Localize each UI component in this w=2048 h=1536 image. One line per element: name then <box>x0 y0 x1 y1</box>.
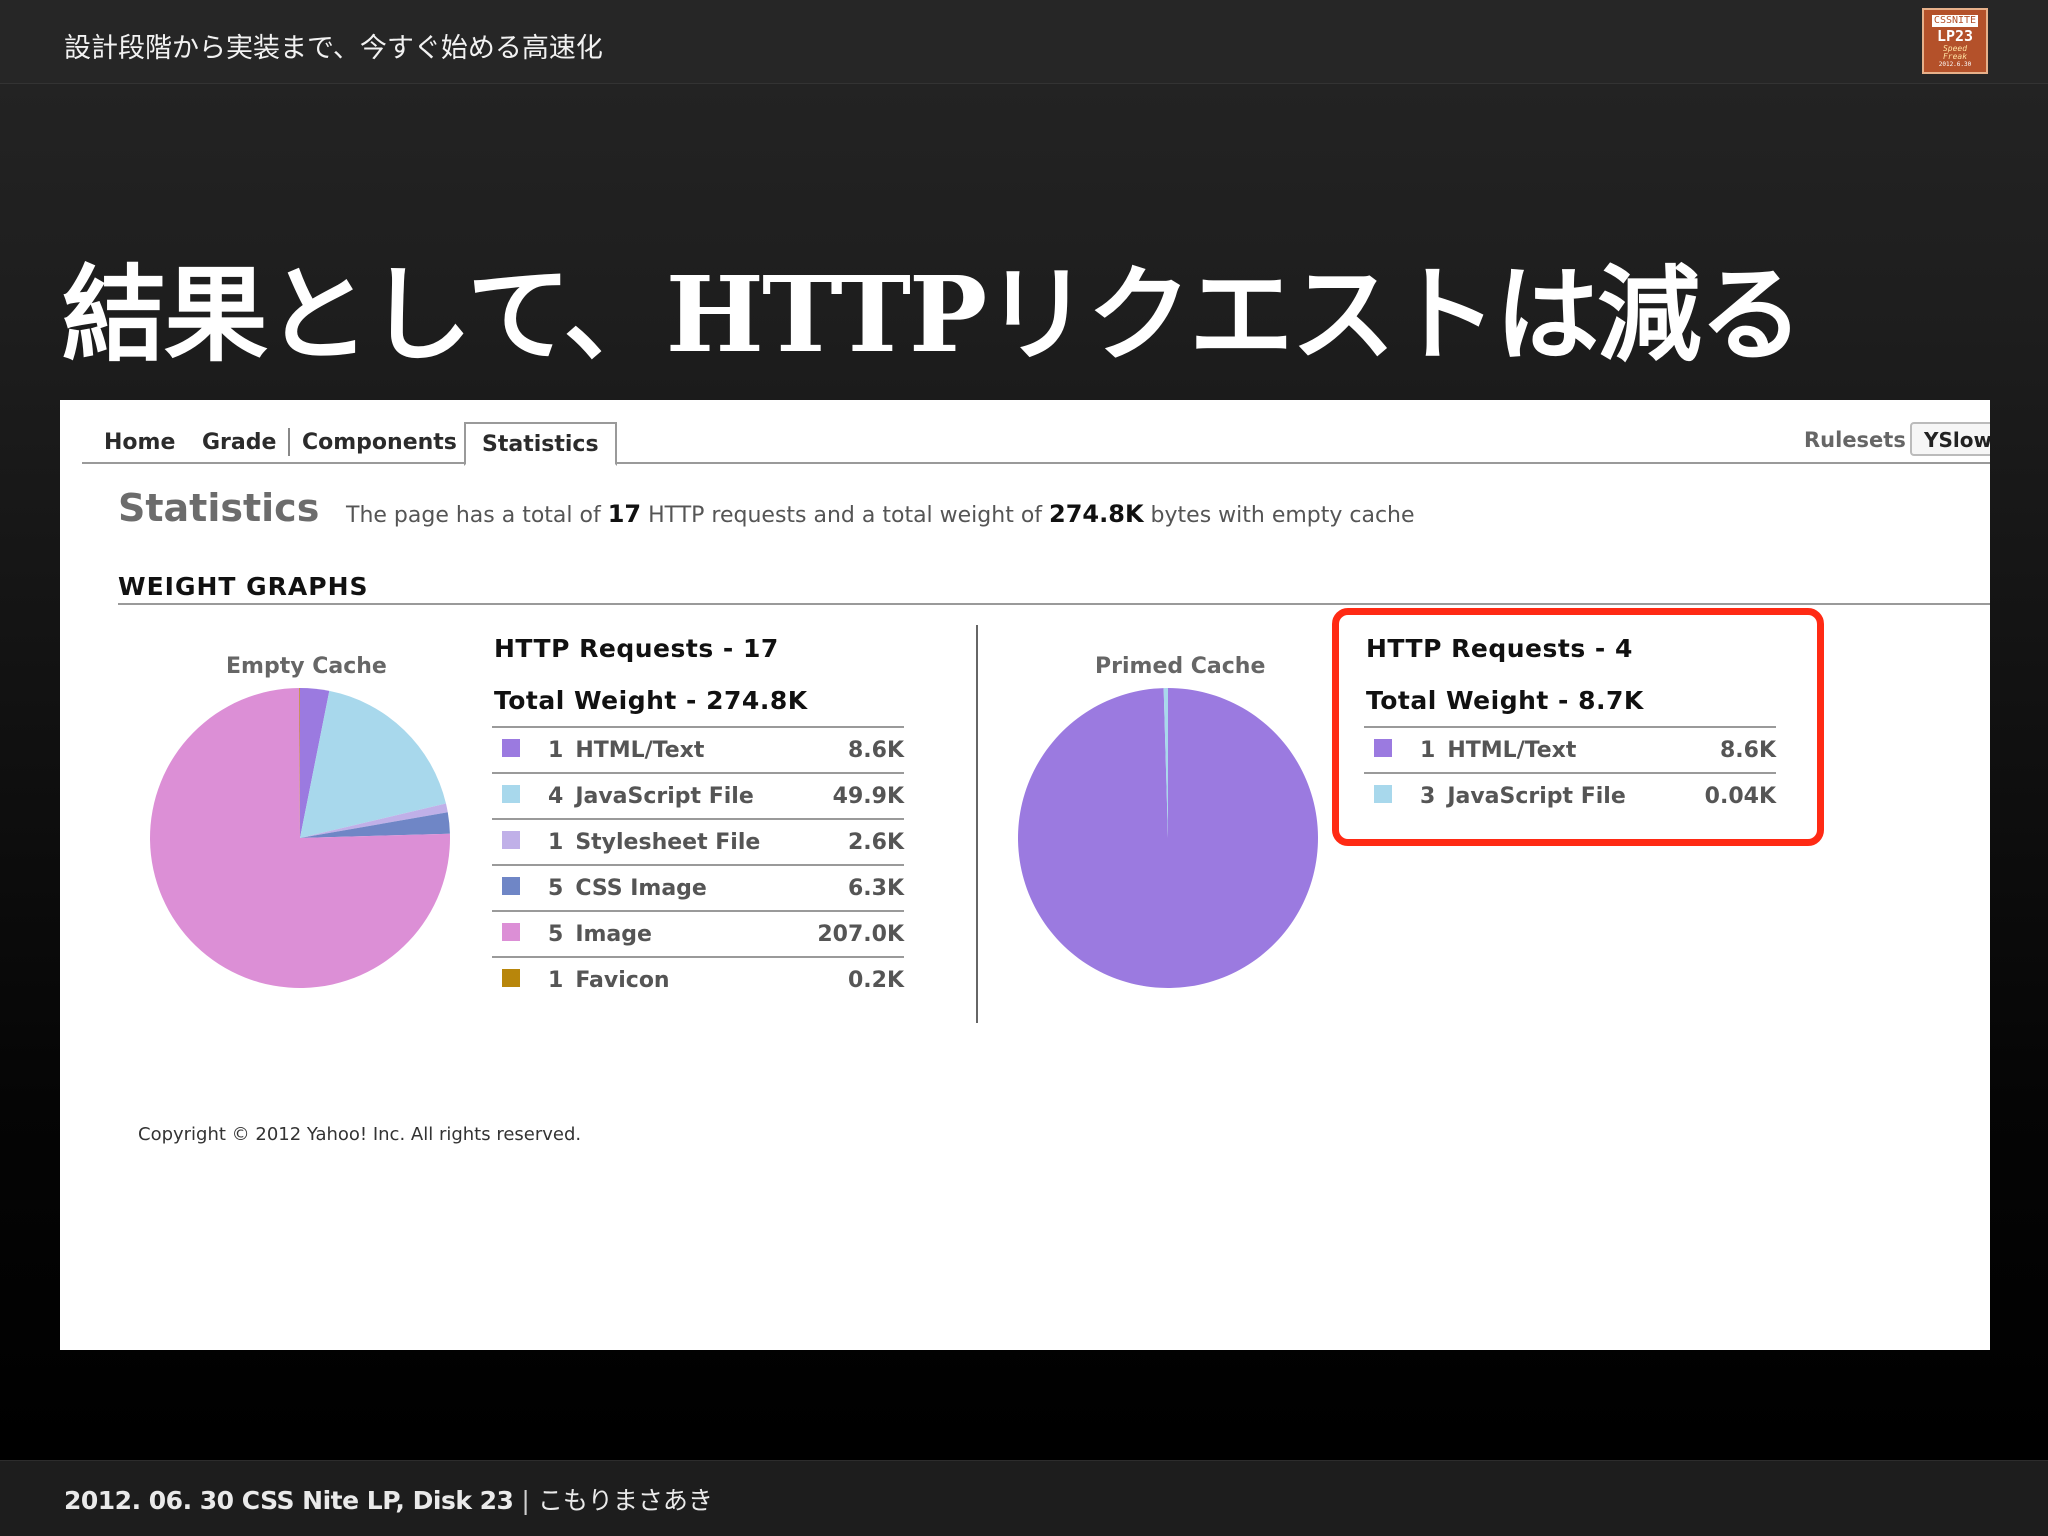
row-color-swatch <box>492 773 548 819</box>
tab-statistics[interactable]: Statistics <box>464 422 617 466</box>
table-row: 5 Image 207.0K <box>492 911 904 957</box>
table-row: 1 HTML/Text 8.6K <box>492 727 904 773</box>
empty-cache-table: 1 HTML/Text 8.6K 4 JavaScript File 49.9K 1 Styl… <box>492 726 904 1003</box>
tab-components[interactable]: Components <box>302 430 457 455</box>
weight-graphs-heading: WEIGHT GRAPHS <box>118 572 369 601</box>
primed-cache-label: Primed Cache <box>1095 654 1266 679</box>
row-size: 0.2K <box>847 968 904 993</box>
slide-heading: 結果として、HTTPリクエストは減る <box>62 253 1803 376</box>
row-size: 49.9K <box>832 783 904 809</box>
row-count: 1 <box>548 829 564 855</box>
summary-prefix: The page has a total of <box>346 503 601 528</box>
summary-request-count: 17 <box>607 500 642 528</box>
row-type: HTML/Text <box>575 737 705 763</box>
tab-separator <box>288 428 290 456</box>
highlight-box <box>1332 608 1824 846</box>
tab-home[interactable]: Home <box>104 430 175 455</box>
logo-line-1: CSSNITE <box>1931 14 1979 27</box>
row-count: 5 <box>548 875 564 901</box>
empty-cache-requests: HTTP Requests - 17 <box>494 634 779 663</box>
row-size: 6.3K <box>847 875 904 901</box>
row-size: 2.6K <box>847 829 904 855</box>
empty-cache-pie-chart <box>150 688 451 988</box>
table-row: 5 CSS Image 6.3K <box>492 865 904 911</box>
yslow-screenshot: Home Grade Components Statistics Ruleset… <box>60 400 1990 1350</box>
logo-line-2: LP23 <box>1936 26 1974 45</box>
statistics-summary: The page has a total of 17 HTTP requests… <box>346 500 1415 528</box>
weight-graphs-divider <box>118 603 1990 605</box>
empty-cache-label: Empty Cache <box>226 654 387 679</box>
row-count: 5 <box>548 921 564 947</box>
logo-line-4: Freak <box>1942 51 1968 61</box>
slide-subtitle: 設計段階から実装まで、今すぐ始める高速化 <box>64 33 603 64</box>
yslow-tab-bar: Home Grade Components Statistics <box>82 422 1990 466</box>
summary-middle: HTTP requests and a total weight of <box>648 503 1043 528</box>
copyright: Copyright © 2012 Yahoo! Inc. All rights … <box>138 1124 582 1145</box>
table-row: 1 Stylesheet File 2.6K <box>492 819 904 865</box>
row-size: 207.0K <box>817 921 904 947</box>
table-row: 4 JavaScript File 49.9K <box>492 773 904 819</box>
row-count: 1 <box>548 737 564 763</box>
row-type: Stylesheet File <box>575 829 761 855</box>
summary-suffix: bytes with empty cache <box>1150 503 1415 528</box>
legend-swatch-icon <box>502 784 520 803</box>
row-type: Image <box>575 921 652 947</box>
legend-swatch-icon <box>502 738 520 757</box>
footer-event: 2012. 06. 30 CSS Nite LP, Disk 23 <box>64 1486 514 1515</box>
row-count: 1 <box>548 968 564 993</box>
rulesets-select[interactable]: YSlow(V2) <box>1910 422 1990 456</box>
row-type: JavaScript File <box>575 783 754 809</box>
slide-footer-bar: 2012. 06. 30 CSS Nite LP, Disk 23 | こもりま… <box>0 1460 2048 1536</box>
primed-cache-pie-chart <box>1018 688 1318 988</box>
rulesets-label: Rulesets <box>1804 428 1906 452</box>
row-size: 8.6K <box>847 737 904 763</box>
slide-header-bar: 設計段階から実装まで、今すぐ始める高速化 CSSNITE LP23 Speed … <box>0 0 2048 84</box>
summary-total-weight: 274.8K <box>1049 500 1144 528</box>
cache-divider <box>976 625 978 1023</box>
row-color-swatch <box>492 727 548 773</box>
row-type: Favicon <box>575 968 670 993</box>
slide-footer: 2012. 06. 30 CSS Nite LP, Disk 23 | こもりま… <box>64 1481 713 1517</box>
row-color-swatch <box>492 865 548 911</box>
legend-swatch-icon <box>502 830 520 849</box>
row-count: 4 <box>548 783 564 809</box>
statistics-title: Statistics <box>118 486 320 530</box>
tab-grade[interactable]: Grade <box>202 430 276 455</box>
event-logo: CSSNITE LP23 Speed Freak 2012.6.30 <box>1922 8 1988 74</box>
legend-swatch-icon <box>502 969 520 987</box>
row-color-swatch <box>492 819 548 865</box>
row-color-swatch <box>492 957 548 1003</box>
footer-speaker: こもりまさあき <box>537 1486 713 1515</box>
table-row: 1 Favicon 0.2K <box>492 957 904 1003</box>
row-type: CSS Image <box>575 875 707 901</box>
legend-swatch-icon <box>502 876 520 895</box>
footer-separator: | <box>521 1486 530 1515</box>
row-color-swatch <box>492 911 548 957</box>
logo-line-5: 2012.6.30 <box>1938 60 1972 68</box>
legend-swatch-icon <box>502 922 520 941</box>
empty-cache-weight: Total Weight - 274.8K <box>494 686 808 715</box>
